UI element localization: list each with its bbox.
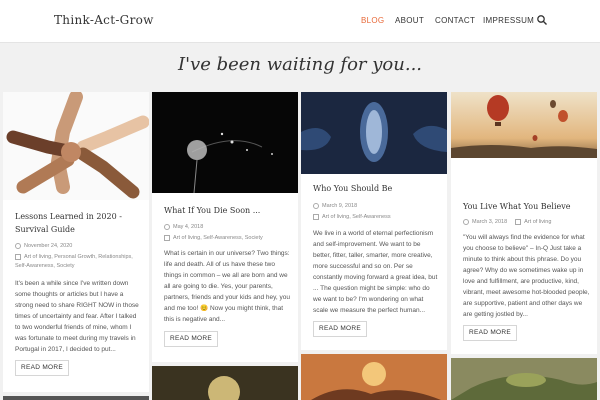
post-thumbnail-sunset-hands[interactable]	[301, 354, 447, 400]
post-card	[152, 366, 298, 400]
read-more-button[interactable]: READ MORE	[164, 331, 218, 347]
folder-icon	[313, 213, 319, 220]
post-thumbnail-balloons[interactable]	[451, 92, 597, 158]
post-excerpt: "You will always find the evidence for w…	[463, 234, 590, 318]
clock-icon	[15, 242, 21, 249]
read-more-button[interactable]: READ MORE	[15, 360, 69, 376]
post-date-text: November 24, 2020	[24, 243, 73, 249]
read-more-button[interactable]: READ MORE	[313, 321, 367, 337]
post-date: May 4, 2018	[164, 223, 286, 232]
post-thumbnail-dandelion[interactable]	[152, 92, 298, 193]
clock-icon	[313, 202, 319, 209]
post-card	[301, 354, 447, 400]
post-date: March 3, 2018 Art of living	[463, 218, 585, 227]
post-card	[451, 358, 597, 400]
post-title[interactable]: Lessons Learned in 2020 - Survival Guide	[15, 210, 137, 236]
post-thumbnail-chameleon[interactable]	[451, 358, 597, 400]
nav-impressum[interactable]: IMPRESSUM	[483, 16, 534, 25]
page-tagline: I've been waiting for you...	[177, 54, 423, 75]
site-header: Think-Act-Grow BLOG ABOUT CONTACT IMPRES…	[0, 0, 600, 43]
folder-icon	[15, 253, 21, 260]
post-categories[interactable]: Art of living, Personal Growth, Relation…	[15, 253, 141, 271]
nav-about[interactable]: ABOUT	[395, 16, 424, 25]
post-card	[3, 396, 149, 400]
post-card: Who You Should Be March 9, 2018 Art of l…	[301, 92, 447, 350]
post-card: You Live What You Believe March 3, 2018 A…	[451, 92, 597, 354]
post-thumbnail-portal[interactable]	[301, 92, 447, 174]
post-title[interactable]: What If You Die Soon ...	[164, 204, 286, 217]
post-thumbnail-bottom[interactable]	[3, 396, 149, 400]
post-excerpt: What is certain in our universe? Two thi…	[164, 250, 290, 323]
post-date-text: March 9, 2018	[322, 203, 358, 209]
folder-icon	[515, 218, 522, 225]
post-excerpt: It's been a while since I've written dow…	[15, 280, 139, 353]
post-card: Lessons Learned in 2020 - Survival Guide…	[3, 92, 149, 392]
nav-blog[interactable]: BLOG	[361, 16, 384, 25]
folder-icon	[164, 234, 170, 241]
post-title[interactable]: Who You Should Be	[313, 182, 435, 195]
post-thumbnail-hands[interactable]	[3, 92, 149, 200]
site-logo[interactable]: Think-Act-Grow	[54, 13, 154, 27]
post-categories-text[interactable]: Art of living, Personal Growth, Relation…	[15, 254, 133, 269]
post-categories-text[interactable]: Art of living	[524, 219, 551, 225]
clock-icon	[463, 218, 469, 225]
nav-contact[interactable]: CONTACT	[435, 16, 475, 25]
post-categories-text[interactable]: Art of living, Self-Awareness, Society	[173, 235, 263, 241]
read-more-button[interactable]: READ MORE	[463, 325, 517, 341]
post-categories[interactable]: Art of living, Self-Awareness, Society	[164, 234, 290, 243]
post-date-text: May 4, 2018	[173, 224, 204, 230]
post-card: What If You Die Soon ... May 4, 2018 Art…	[152, 92, 298, 362]
post-categories[interactable]: Art of living, Self-Awareness	[313, 213, 439, 222]
post-thumbnail-light[interactable]	[152, 366, 298, 400]
post-date: March 9, 2018	[313, 202, 435, 211]
post-excerpt: We live in a world of eternal perfection…	[313, 230, 438, 314]
post-title[interactable]: You Live What You Believe	[463, 200, 585, 213]
clock-icon	[164, 223, 170, 230]
post-categories-text[interactable]: Art of living, Self-Awareness	[322, 214, 391, 220]
post-date-text: March 3, 2018	[472, 219, 508, 225]
search-icon[interactable]	[536, 14, 548, 26]
post-date: November 24, 2020	[15, 242, 137, 251]
